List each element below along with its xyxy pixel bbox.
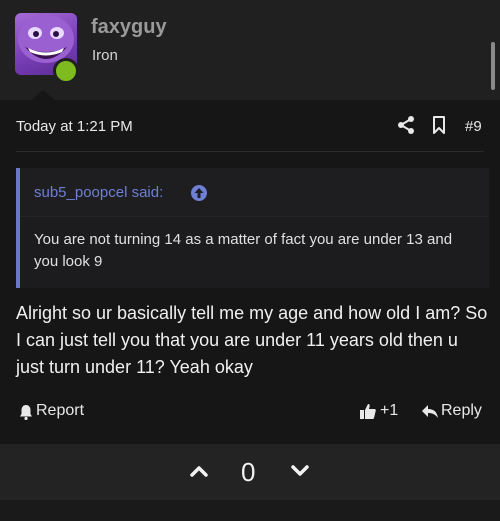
bookmark-icon[interactable]	[432, 114, 446, 136]
post-actions: Report +1 Reply	[0, 394, 500, 430]
report-button[interactable]: Report	[36, 402, 84, 420]
post-timestamp[interactable]: Today at 1:21 PM	[16, 118, 133, 135]
quote-text: You are not turning 14 as a matter of fa…	[34, 231, 453, 270]
arrow-up-circle-icon[interactable]	[190, 184, 208, 202]
share-icon[interactable]	[397, 114, 415, 136]
message-body: Alright so ur basically tell me my age a…	[16, 303, 488, 377]
user-title: Iron	[92, 47, 118, 64]
reply-icon[interactable]	[421, 404, 439, 420]
downvote-chevron-icon[interactable]	[290, 463, 310, 479]
post-message: Today at 1:21 PM #9 sub5_poopcel said: Y…	[0, 100, 500, 444]
online-status-indicator	[53, 58, 79, 84]
message-pointer	[31, 90, 55, 100]
bell-icon[interactable]	[18, 404, 34, 420]
like-count[interactable]: +1	[380, 402, 398, 420]
thumbs-up-icon[interactable]	[359, 402, 377, 420]
upvote-chevron-icon[interactable]	[189, 463, 209, 479]
quote-author[interactable]: sub5_poopcel said:	[34, 184, 163, 201]
post-author-header: faxyguy Iron	[0, 0, 500, 100]
scrollbar[interactable]	[491, 42, 495, 90]
divider	[16, 151, 484, 152]
next-post-edge	[0, 500, 500, 521]
vote-score: 0	[241, 457, 256, 487]
username[interactable]: faxyguy	[91, 16, 167, 39]
quote-block: sub5_poopcel said: You are not turning 1…	[16, 168, 489, 288]
reply-button[interactable]: Reply	[441, 402, 482, 420]
quote-header: sub5_poopcel said:	[20, 168, 489, 217]
vote-bar: 0	[0, 444, 500, 500]
post-number[interactable]: #9	[465, 118, 482, 135]
